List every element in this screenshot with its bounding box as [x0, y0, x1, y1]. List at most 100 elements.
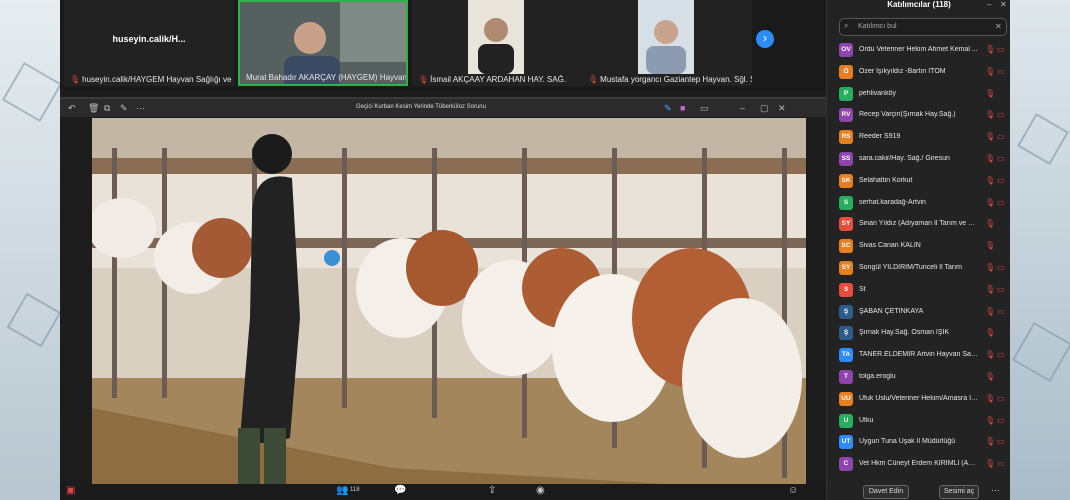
hexagon-decoration [6, 292, 62, 348]
participant-row[interactable]: Ttolga.eroglu 🎙 [839, 368, 1009, 390]
screen-share-toolbar: ↶ 🗑 ⧉ ✎ ⋯ Geçici Kurban Kesim Yerinde Tü… [60, 97, 826, 117]
participant-row[interactable]: Ş Şırnak Hay.Sağ. Osman IŞIK 🎙 [839, 324, 1009, 346]
pen-icon[interactable]: ✎ [664, 103, 672, 114]
participant-row[interactable]: SY Songül YILDIRIM/Tunceli İl Tarım 🎙 ▭ [839, 259, 1009, 281]
participant-name: serhat.karadağ-Artvin [859, 198, 926, 206]
participant-row[interactable]: SC Sivas Canan KALIN 🎙 [839, 237, 1009, 259]
video-off-icon[interactable]: ▣ [66, 485, 75, 496]
participant-name: Ufuk Uslu/Veteriner Hekim/Amasra İlçe T.… [859, 394, 979, 402]
participant-name: Özer Işıkyıldız -Bartın İTOM [859, 67, 946, 75]
participant-row[interactable]: SY Sinan Yıldız (Adıyaman İl Tarım ve Orm… [839, 215, 1009, 237]
video-tile[interactable]: huseyin.calik/H... 🎙 huseyin.calik/HAYGEM… [64, 0, 234, 86]
video-off-icon: ▭ [997, 415, 1005, 425]
avatar: U [839, 413, 853, 428]
video-off-icon: ▭ [997, 45, 1005, 54]
hexagon-decoration [1017, 113, 1069, 165]
participant-name: sara.cakir/Hay. Sağ./ Giresun [859, 154, 950, 162]
highlight-icon[interactable]: ■ [680, 103, 685, 113]
mic-muted-icon: 🎙 [985, 219, 996, 229]
barn-cattle-photo [92, 118, 806, 492]
participant-name: Sivas Canan KALIN [859, 242, 921, 250]
participant-name: Selahattin Korkut [859, 176, 913, 184]
mic-muted-icon: 🎙 [70, 75, 81, 84]
delete-icon[interactable]: 🗑 [88, 103, 99, 114]
desktop-background-left [0, 0, 63, 500]
avatar: S [839, 195, 853, 210]
participant-row[interactable]: S St 🎙 ▭ [839, 281, 1009, 303]
video-off-icon: ▭ [997, 153, 1005, 163]
avatar: C [839, 457, 853, 472]
unmute-button[interactable]: Sesimi aç [939, 485, 979, 499]
participant-row[interactable]: Ş ŞABAN ÇETİNKAYA 🎙 ▭ [839, 303, 1009, 325]
chat-icon[interactable]: 💬 [394, 485, 406, 496]
avatar: RS [839, 130, 853, 145]
mic-muted-icon: 🎙 [985, 328, 996, 338]
mic-muted-icon: 🎙 [985, 66, 996, 76]
tile-label: 🎙 İsmail AKÇAAY ARDAHAN HAY. SAĞ. [418, 75, 566, 84]
undo-icon[interactable]: ↶ [68, 103, 76, 114]
mic-muted-icon: 🎙 [985, 284, 996, 294]
participant-row[interactable]: SS sara.cakir/Hay. Sağ./ Giresun 🎙 ▭ [839, 150, 1009, 172]
panel-title: Katılımcılar (118) [887, 0, 951, 9]
mic-muted-icon: 🎙 [985, 88, 996, 98]
video-off-icon: ▭ [997, 262, 1005, 272]
annotate-icon[interactable]: ✎ [120, 103, 128, 114]
participant-row[interactable]: Ppehlivanköy 🎙 [839, 85, 1009, 107]
tile-label: 🎙 Mustafa yorgancı Gaziantep Hayvan. Sğl.… [588, 75, 752, 84]
avatar: RV [839, 108, 853, 123]
avatar: Ş [839, 326, 853, 341]
tile-label-text: İsmail AKÇAAY ARDAHAN HAY. SAĞ. [430, 75, 567, 84]
video-off-icon: ▭ [997, 66, 1005, 76]
participant-row[interactable]: OV Ordu Veteriner Hekim Ahmet Kemal ... 🎙 ▭ [839, 41, 1009, 63]
shared-screen-image [92, 118, 806, 492]
mic-muted-icon: 🎙 [985, 262, 996, 272]
participant-name: pehlivanköy [859, 89, 896, 97]
next-page-chevron-icon[interactable]: › [756, 30, 774, 48]
hexagon-decoration [1011, 321, 1070, 383]
window-icon[interactable]: ▭ [700, 103, 709, 114]
participant-row[interactable]: Ö Özer Işıkyıldız -Bartın İTOM 🎙 ▭ [839, 63, 1009, 85]
participant-row[interactable]: U Utku 🎙 ▭ [839, 412, 1009, 434]
mic-muted-icon: 🎙 [985, 153, 996, 163]
video-off-icon: ▭ [997, 175, 1005, 185]
tile-label-text: Murat Bahadır AKARÇAY (HAYGEM) Hayvan Sa… [246, 73, 407, 82]
more-icon[interactable]: ⋯ [136, 103, 145, 114]
reactions-icon[interactable]: ☺ [788, 485, 798, 496]
participant-row[interactable]: SK Selahattin Korkut 🎙 ▭ [839, 172, 1009, 194]
copy-icon[interactable]: ⧉ [104, 103, 110, 114]
participant-row[interactable]: Sserhat.karadağ-Artvin 🎙 ▭ [839, 194, 1009, 216]
close-icon[interactable]: ✕ [1000, 0, 1007, 9]
participant-row[interactable]: C Vet Hkm Cüneyt Erdem KIRIMLI (Ama... 🎙 ▭ [839, 455, 1009, 477]
participant-row[interactable]: TA TANER.ELDEMİR Artvin Hayvan Sağlı... 🎙 ▭ [839, 346, 1009, 368]
video-tile[interactable]: 🎙 İsmail AKÇAAY ARDAHAN HAY. SAĞ. [412, 0, 582, 86]
avatar: UT [839, 435, 853, 450]
participant-row[interactable]: RV Recep Varçin(Şırnak Hay.Sağ.) 🎙 ▭ [839, 106, 1009, 128]
participant-name: TANER.ELDEMİR Artvin Hayvan Sağlı... [859, 351, 979, 359]
participants-icon[interactable]: 👥 [336, 485, 348, 496]
mic-muted-icon: 🎙 [985, 459, 996, 469]
avatar: SY [839, 217, 853, 232]
video-tile-active-speaker[interactable]: Murat Bahadır AKARÇAY (HAYGEM) Hayvan Sa… [238, 0, 408, 86]
participant-name: tolga.eroglu [859, 372, 896, 380]
video-tile[interactable]: 🎙 Mustafa yorgancı Gaziantep Hayvan. Sğl.… [582, 0, 752, 86]
avatar: SC [839, 239, 853, 254]
participant-row[interactable]: UU Ufuk Uslu/Veteriner Hekim/Amasra İlçe … [839, 390, 1009, 412]
participant-search-input[interactable]: Katılımcı bul [839, 18, 1007, 36]
minimize-icon[interactable]: – [740, 103, 745, 113]
participant-row[interactable]: RS Reeder S919 🎙 ▭ [839, 128, 1009, 150]
avatar: SK [839, 173, 853, 188]
invite-button[interactable]: Davet Edin [863, 485, 909, 499]
share-screen-icon[interactable]: ⇪ [488, 485, 496, 496]
search-clear-icon[interactable]: ✕ [995, 22, 1002, 31]
participant-row[interactable]: UT Uygun Tuna Uşak İl Müdürlüğü 🎙 ▭ [839, 433, 1009, 455]
shared-window-title: Geçici Kurban Kesim Yerinde Tüberküloz S… [356, 104, 486, 110]
participant-name: Sinan Yıldız (Adıyaman İl Tarım ve Orman… [859, 220, 979, 228]
participant-name: Ordu Veteriner Hekim Ahmet Kemal ... [859, 46, 978, 53]
minimize-icon[interactable]: – [987, 0, 991, 9]
record-icon[interactable]: ◉ [536, 485, 545, 496]
participant-name: St [859, 285, 866, 293]
avatar: S [839, 282, 853, 297]
close-icon[interactable]: ✕ [778, 103, 786, 114]
more-options-icon[interactable]: ⋯ [991, 485, 1000, 496]
restore-icon[interactable]: ▢ [760, 103, 769, 114]
